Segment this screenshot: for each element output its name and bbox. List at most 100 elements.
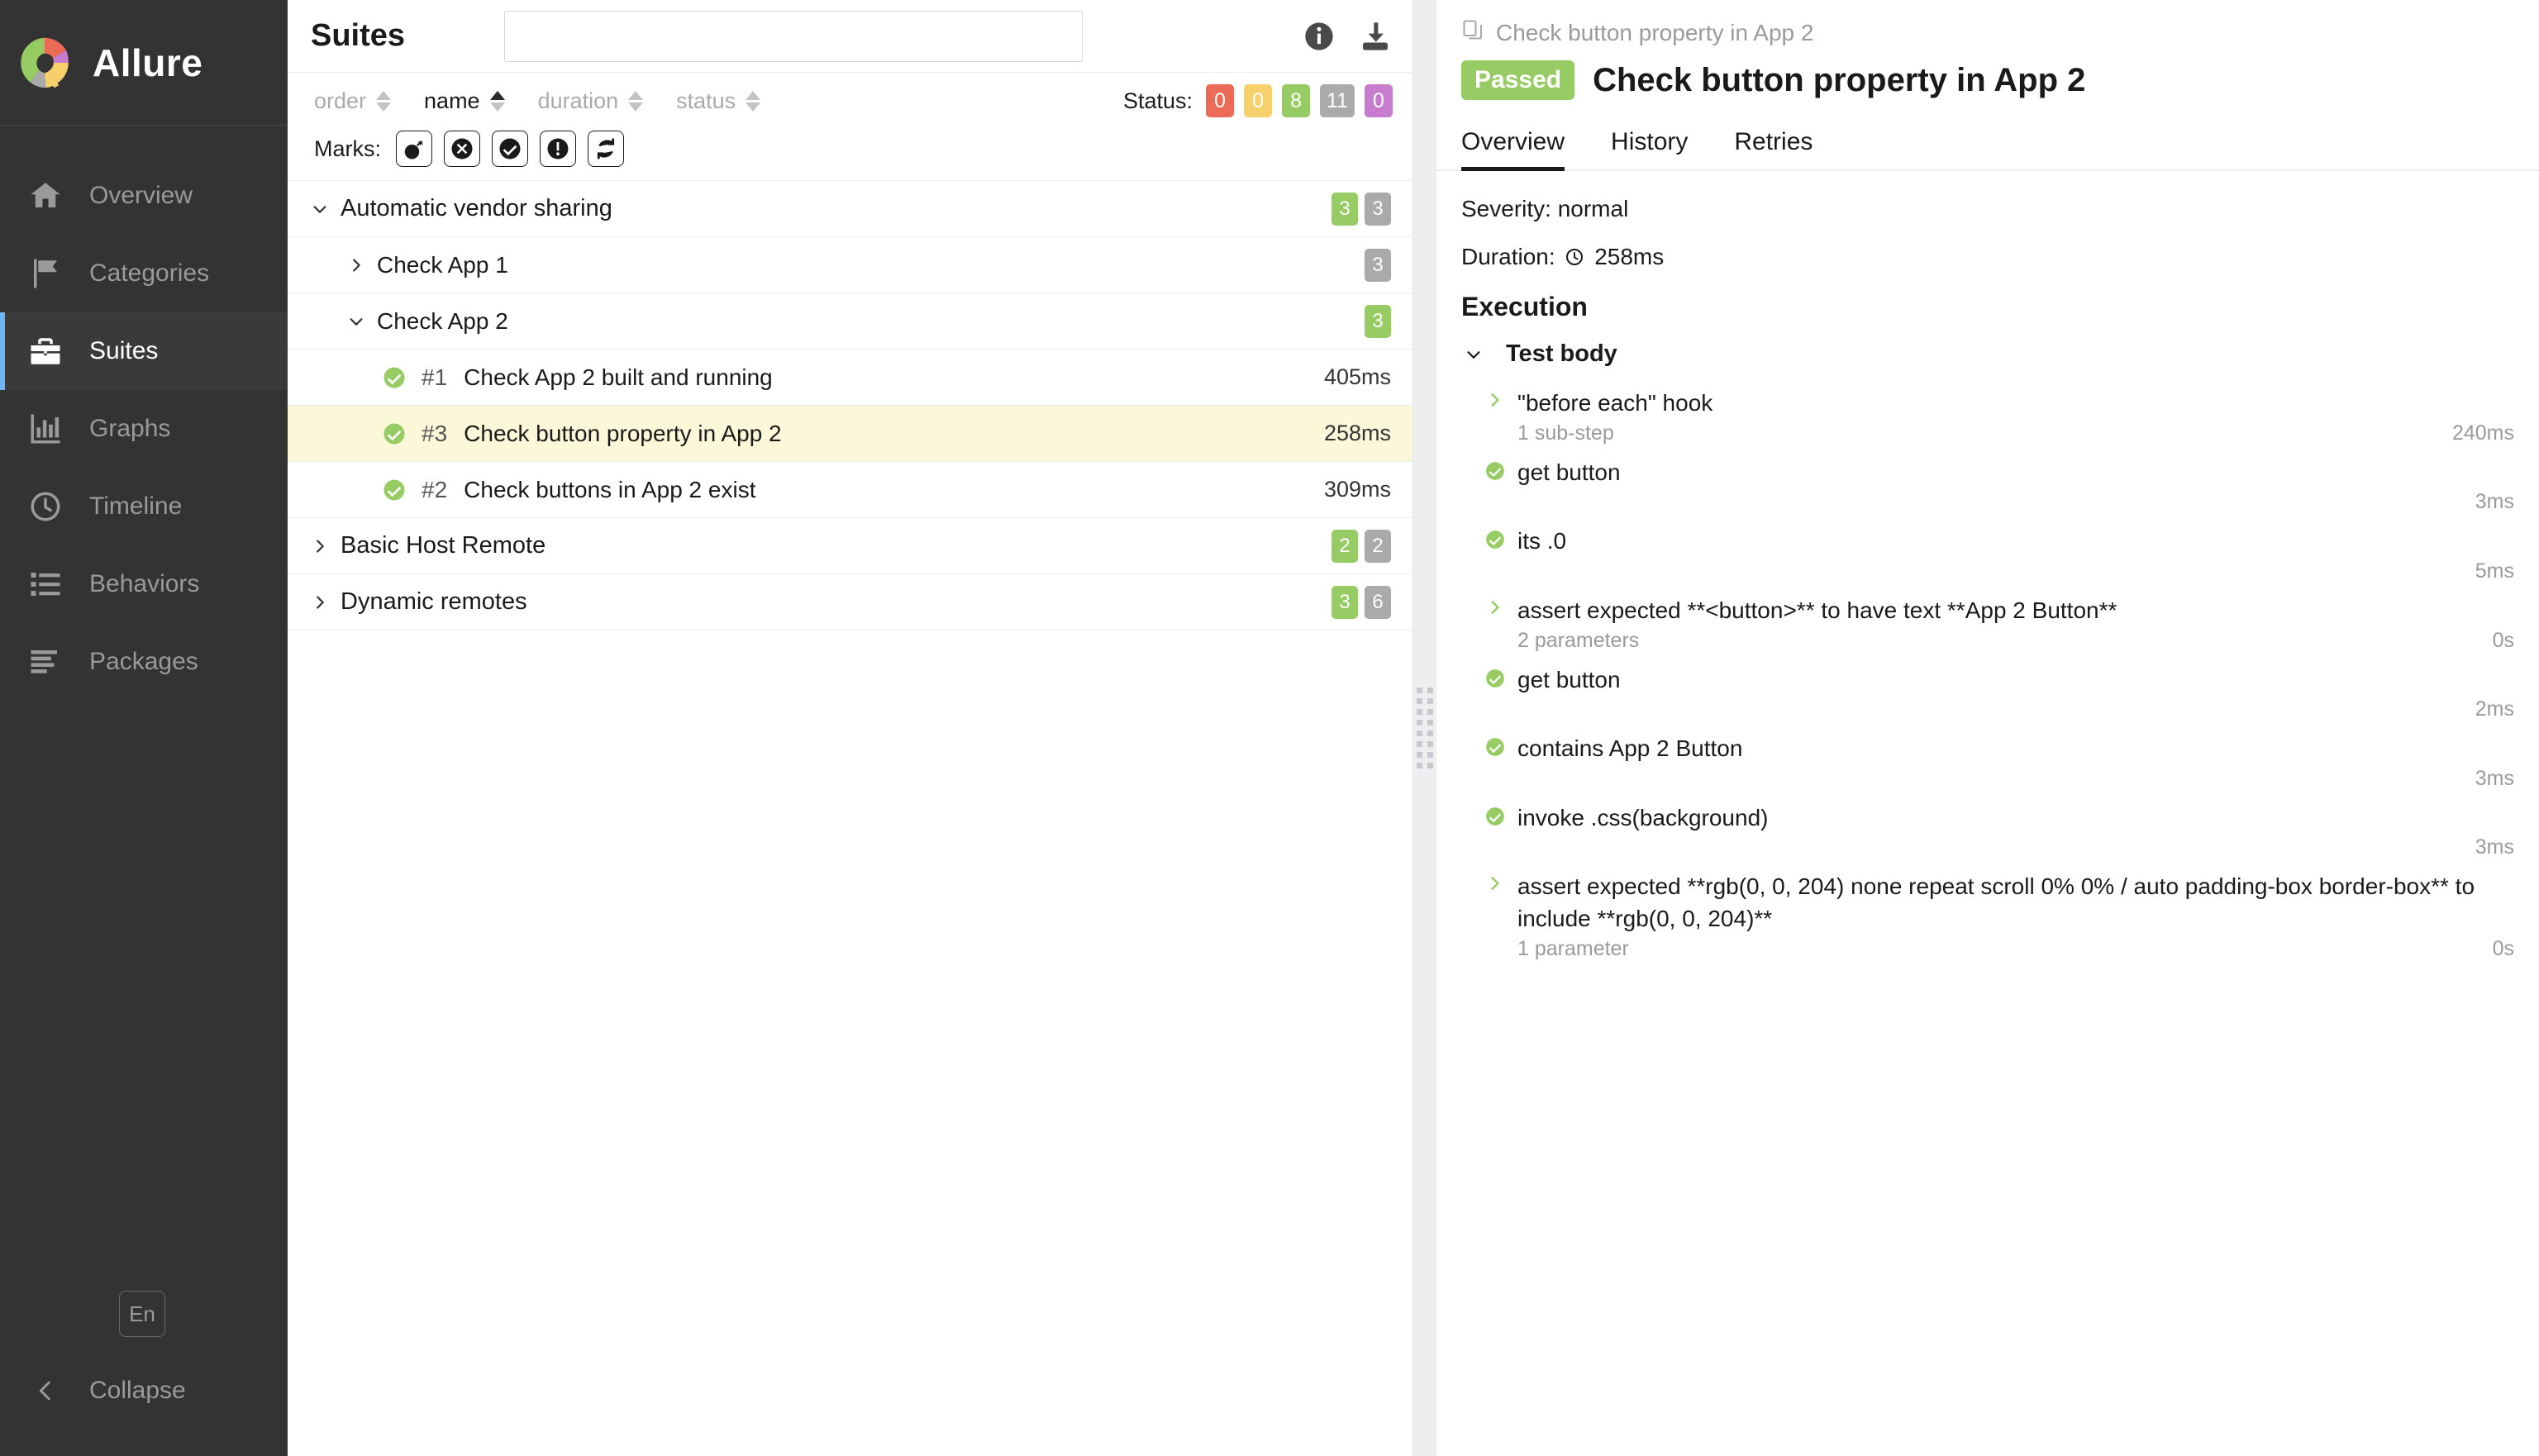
- sorter-duration[interactable]: duration: [538, 88, 644, 114]
- tree-suite-row[interactable]: Dynamic remotes 3 6: [288, 574, 1412, 630]
- info-icon[interactable]: [1302, 19, 1336, 54]
- sidebar-footer: En Collapse: [0, 1291, 288, 1456]
- check-circle-icon: [1483, 668, 1508, 689]
- tree-row-label: Check App 2: [377, 307, 508, 334]
- marks-label: Marks:: [314, 136, 381, 161]
- sorter-name[interactable]: name: [424, 88, 505, 114]
- count-badge-skipped: 6: [1365, 585, 1391, 619]
- list-icon: [26, 565, 64, 603]
- status-badge-skipped[interactable]: 11: [1320, 84, 1355, 117]
- step-name: assert expected **<button>** to have tex…: [1517, 597, 2117, 623]
- step-item[interactable]: get button 3ms: [1483, 450, 2514, 520]
- step-duration: 3ms: [2475, 490, 2514, 514]
- chevron-right-icon[interactable]: [1483, 391, 1508, 409]
- tab-retries[interactable]: Retries: [1734, 123, 1831, 169]
- test-number: #2: [422, 476, 448, 502]
- tree-suite-row[interactable]: Basic Host Remote 2 2: [288, 518, 1412, 574]
- exclamation-circle-icon[interactable]: [540, 131, 576, 167]
- step-duration: 0s: [2492, 936, 2514, 960]
- tree-test-row-selected[interactable]: #3 Check button property in App 2 258ms: [288, 406, 1412, 462]
- collapse-button[interactable]: Collapse: [0, 1358, 288, 1423]
- step-item[interactable]: "before each" hook 1 sub-step 240ms: [1483, 381, 2514, 450]
- retry-icon[interactable]: [588, 131, 624, 167]
- tree-test-row[interactable]: #2 Check buttons in App 2 exist 309ms: [288, 462, 1412, 518]
- sidebar-item-suites[interactable]: Suites: [0, 312, 288, 390]
- grip-dots-icon: [1417, 688, 1433, 768]
- sidebar-item-packages[interactable]: Packages: [0, 623, 288, 701]
- tree-suite-row[interactable]: Check App 2 3: [288, 293, 1412, 350]
- sort-arrows-icon: [628, 90, 644, 112]
- tree-row-label: Check buttons in App 2 exist: [464, 476, 756, 502]
- step-duration: 2ms: [2475, 697, 2514, 721]
- status-badge-unknown[interactable]: 0: [1365, 84, 1393, 117]
- step-item[interactable]: assert expected **<button>** to have tex…: [1483, 588, 2514, 658]
- download-icon[interactable]: [1358, 19, 1393, 54]
- panel-resize-handle[interactable]: [1413, 0, 1436, 1456]
- chevron-down-icon: [1461, 345, 1486, 364]
- test-number: #1: [422, 364, 448, 390]
- check-circle-icon[interactable]: [492, 131, 528, 167]
- flag-icon: [26, 255, 64, 293]
- tree-suite-row[interactable]: Check App 1 3: [288, 237, 1412, 293]
- detail-tabs: Overview History Retries: [1436, 123, 2539, 171]
- chevron-right-icon[interactable]: [1483, 598, 1508, 616]
- execution-heading: Execution: [1461, 292, 1588, 321]
- search-input[interactable]: [504, 10, 1084, 62]
- count-badge-skipped: 3: [1365, 248, 1391, 282]
- breadcrumb[interactable]: Check button property in App 2: [1436, 0, 2539, 47]
- check-circle-icon: [1483, 460, 1508, 482]
- status-badge-broken[interactable]: 0: [1244, 84, 1273, 117]
- sidebar-item-graphs[interactable]: Graphs: [0, 390, 288, 468]
- status-badge: Passed: [1461, 60, 1575, 100]
- times-circle-icon[interactable]: [444, 131, 480, 167]
- copy-icon[interactable]: [1461, 18, 1484, 47]
- sidebar-item-label: Overview: [89, 182, 193, 209]
- sorter-label: duration: [537, 88, 619, 113]
- sort-arrows-icon: [376, 90, 392, 112]
- marks-row: Marks:: [314, 131, 1393, 167]
- chevron-down-icon: [344, 312, 369, 331]
- status-badge-passed[interactable]: 8: [1282, 84, 1311, 117]
- test-body-toggle[interactable]: Test body: [1461, 340, 2514, 368]
- sidebar-item-behaviors[interactable]: Behaviors: [0, 545, 288, 623]
- step-name: assert expected **rgb(0, 0, 204) none re…: [1517, 873, 2475, 931]
- clock-icon: [1566, 249, 1584, 265]
- tab-history[interactable]: History: [1611, 123, 1706, 169]
- step-item[interactable]: contains App 2 Button 3ms: [1483, 726, 2514, 796]
- chevron-right-icon: [344, 256, 369, 274]
- sidebar-item-label: Graphs: [89, 415, 171, 442]
- suitcase-icon: [26, 332, 64, 370]
- sidebar-item-categories[interactable]: Categories: [0, 235, 288, 312]
- tree-test-row[interactable]: #1 Check App 2 built and running 405ms: [288, 350, 1412, 406]
- tab-overview[interactable]: Overview: [1461, 123, 1583, 171]
- suites-controls: order name duration status Status: 0 0 8…: [288, 73, 1412, 181]
- status-filter-group: Status: 0 0 8 11 0: [1123, 84, 1393, 117]
- chevron-right-icon: [307, 537, 332, 555]
- step-item[interactable]: its .0 5ms: [1483, 519, 2514, 588]
- sidebar-item-timeline[interactable]: Timeline: [0, 468, 288, 545]
- severity-line: Severity: normal: [1461, 196, 1629, 221]
- tree-suite-row[interactable]: Automatic vendor sharing 3 3: [288, 181, 1412, 237]
- suites-header: Suites: [288, 0, 1412, 73]
- suites-tree[interactable]: Automatic vendor sharing 3 3 Check App 1…: [288, 181, 1412, 1456]
- step-name: contains App 2 Button: [1517, 735, 1743, 762]
- test-detail-panel: Check button property in App 2 Passed Ch…: [1436, 0, 2539, 1456]
- step-item[interactable]: invoke .css(background) 3ms: [1483, 796, 2514, 865]
- tree-row-label: Check button property in App 2: [464, 420, 782, 446]
- duration-line: Duration: 258ms: [1461, 244, 2514, 270]
- bomb-icon[interactable]: [396, 131, 432, 167]
- check-circle-icon: [1483, 736, 1508, 758]
- sorter-status[interactable]: status: [676, 88, 761, 114]
- language-button[interactable]: En: [119, 1291, 165, 1337]
- step-parameter-count: 1 parameter: [1517, 936, 1629, 960]
- allure-logo-icon: [15, 33, 74, 93]
- sidebar-item-label: Packages: [89, 648, 198, 675]
- chevron-right-icon[interactable]: [1483, 874, 1508, 892]
- sidebar: Allure Overview Categories Suites Graphs…: [0, 0, 288, 1456]
- sorter-order[interactable]: order: [314, 88, 392, 114]
- step-item[interactable]: get button 2ms: [1483, 658, 2514, 727]
- status-badge-failed[interactable]: 0: [1206, 84, 1235, 117]
- sidebar-item-overview[interactable]: Overview: [0, 157, 288, 235]
- step-item[interactable]: assert expected **rgb(0, 0, 204) none re…: [1483, 864, 2514, 965]
- count-badge-passed: 3: [1365, 304, 1391, 338]
